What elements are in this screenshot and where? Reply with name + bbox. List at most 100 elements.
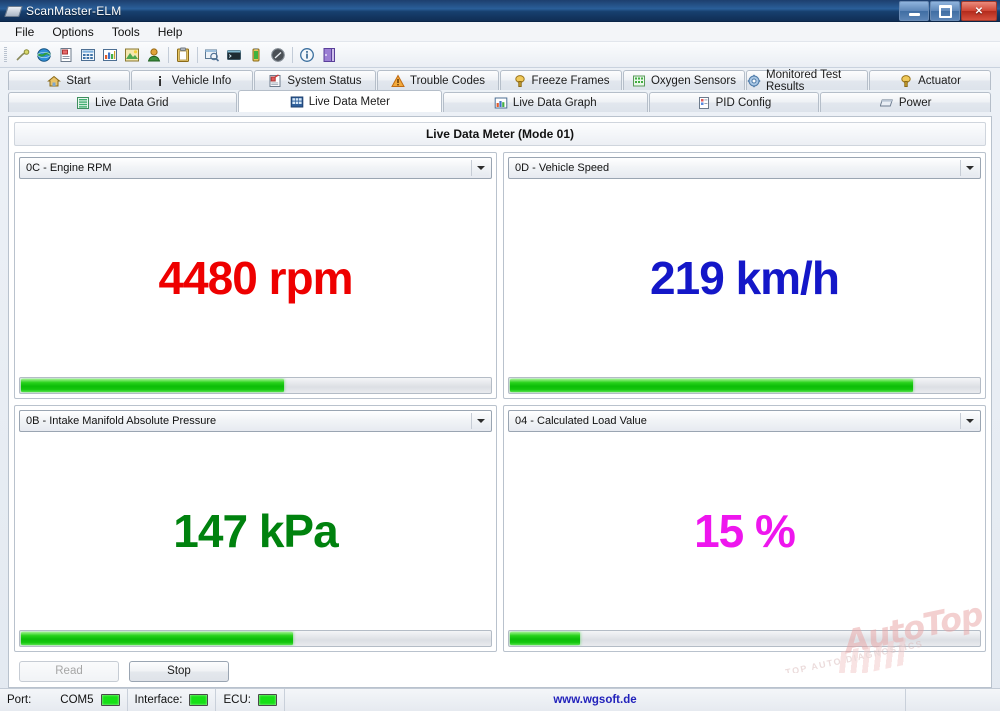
tab-start[interactable]: Start [8, 70, 130, 90]
tab-label: Oxygen Sensors [650, 74, 736, 87]
gauge-icon[interactable] [267, 44, 289, 65]
pid-select-calculated-load[interactable]: 04 - Calculated Load Value [508, 410, 981, 432]
tab-power[interactable]: Power [820, 92, 992, 112]
meter-bar-fill [21, 632, 294, 645]
meters-grid: 0C - Engine RPM 4480 rpm 0D - Vehicle Sp… [9, 146, 991, 655]
toolbar-grip[interactable] [4, 46, 7, 63]
chip-icon [879, 96, 894, 110]
chevron-down-icon[interactable] [471, 160, 489, 176]
battery-icon[interactable] [245, 44, 267, 65]
pid-select-value: 0B - Intake Manifold Absolute Pressure [26, 415, 217, 427]
status-port: Port: COM5 [0, 689, 128, 711]
maximize-button[interactable] [930, 1, 960, 21]
terminal-window-icon[interactable] [201, 44, 223, 65]
home-icon [47, 74, 62, 88]
meter-bar-intake-manifold-pressure [19, 630, 492, 647]
panel-header: Live Data Meter (Mode 01) [14, 122, 986, 146]
pid-select-value: 0C - Engine RPM [26, 162, 112, 174]
website-link[interactable]: www.wgsoft.de [553, 694, 636, 706]
tab-live-data-grid[interactable]: Live Data Grid [8, 92, 237, 112]
chevron-down-icon[interactable] [960, 413, 978, 429]
meter-value-vehicle-speed: 219 km/h [650, 252, 840, 304]
tab-live-data-graph[interactable]: Live Data Graph [443, 92, 648, 112]
pid-select-intake-manifold-pressure[interactable]: 0B - Intake Manifold Absolute Pressure [19, 410, 492, 432]
meter-vehicle-speed: 0D - Vehicle Speed 219 km/h [503, 152, 986, 399]
tab-pid-config[interactable]: PID Config [648, 92, 820, 112]
port-label: Port: [7, 694, 32, 706]
meter-value-calculated-load: 15 % [694, 505, 796, 557]
list-icon [76, 96, 90, 110]
tab-live-data-meter[interactable]: Live Data Meter [237, 90, 443, 112]
user-icon[interactable] [143, 44, 165, 65]
image-icon[interactable] [121, 44, 143, 65]
tab-label: Start [66, 74, 91, 87]
meter-bar-fill [510, 379, 914, 392]
bar-chart-icon [494, 96, 508, 110]
tab-trouble-codes[interactable]: Trouble Codes [377, 70, 499, 90]
clipboard-icon[interactable] [172, 44, 194, 65]
connect-icon[interactable] [11, 44, 33, 65]
oxygen-icon [632, 74, 646, 88]
toolbar-separator-3 [292, 46, 293, 63]
tab-label: Actuator [918, 74, 961, 87]
status-ecu: ECU: [216, 689, 285, 711]
exit-icon[interactable] [318, 44, 340, 65]
meter-grid-icon [290, 95, 304, 109]
status-spacer [906, 689, 1000, 711]
meter-bar-fill [510, 632, 581, 645]
tab-label: Live Data Graph [512, 96, 597, 109]
console-icon[interactable] [223, 44, 245, 65]
ecu-label: ECU: [223, 694, 251, 706]
globe-icon[interactable] [33, 44, 55, 65]
tab-system-status[interactable]: System Status [254, 70, 376, 90]
grid-icon[interactable] [77, 44, 99, 65]
toolbar-separator-1 [168, 46, 169, 63]
window-controls: ✕ [898, 1, 997, 21]
tab-oxygen-sensors[interactable]: Oxygen Sensors [623, 70, 745, 90]
close-button[interactable]: ✕ [961, 1, 997, 21]
read-button[interactable]: Read [19, 660, 119, 682]
snapshot-icon [513, 74, 527, 88]
info-i-icon [153, 74, 167, 88]
meter-value-intake-manifold-pressure: 147 kPa [173, 505, 338, 557]
tab-actuator[interactable]: Actuator [869, 70, 991, 90]
checklist-icon [268, 73, 282, 88]
warning-icon [391, 73, 405, 88]
stop-button[interactable]: Stop [129, 660, 229, 682]
window-title: ScanMaster-ELM [26, 4, 122, 18]
chevron-down-icon[interactable] [960, 160, 978, 176]
tab-label: Live Data Grid [95, 96, 169, 109]
tab-label: Vehicle Info [171, 74, 232, 87]
tab-label: Trouble Codes [409, 74, 485, 87]
meter-intake-manifold-pressure: 0B - Intake Manifold Absolute Pressure 1… [14, 405, 497, 652]
info-icon[interactable] [296, 44, 318, 65]
tab-strips: Start Vehicle Info System Status Trouble… [0, 68, 1000, 112]
chevron-down-icon[interactable] [471, 413, 489, 429]
port-value: COM5 [60, 694, 94, 706]
tab-vehicle-info[interactable]: Vehicle Info [131, 70, 253, 90]
status-interface: Interface: [128, 689, 217, 711]
pid-select-engine-rpm[interactable]: 0C - Engine RPM [19, 157, 492, 179]
interface-led-indicator [189, 694, 209, 706]
minimize-button[interactable] [899, 1, 929, 21]
tab-row-primary: Start Vehicle Info System Status Trouble… [8, 68, 992, 93]
toolbar [0, 42, 1000, 68]
gear-icon [747, 74, 761, 88]
menu-bar: File Options Tools Help [0, 22, 1000, 42]
status-bar: Port: COM5 Interface: ECU: www.wgsoft.de [0, 688, 1000, 711]
report-icon[interactable] [55, 44, 77, 65]
app-chip-icon [4, 3, 23, 19]
pid-select-vehicle-speed[interactable]: 0D - Vehicle Speed [508, 157, 981, 179]
config-doc-icon [697, 96, 711, 110]
tab-freeze-frames[interactable]: Freeze Frames [500, 70, 622, 90]
menu-help[interactable]: Help [149, 23, 192, 41]
meter-bar-engine-rpm [19, 377, 492, 394]
menu-tools[interactable]: Tools [103, 23, 149, 41]
tab-label: Monitored Test Results [766, 68, 842, 93]
menu-file[interactable]: File [6, 23, 43, 41]
chart-icon[interactable] [99, 44, 121, 65]
interface-label: Interface: [134, 694, 183, 706]
menu-options[interactable]: Options [43, 23, 102, 41]
tab-monitored-test-results[interactable]: Monitored Test Results [746, 68, 868, 93]
status-website-cell: www.wgsoft.de [285, 689, 906, 711]
